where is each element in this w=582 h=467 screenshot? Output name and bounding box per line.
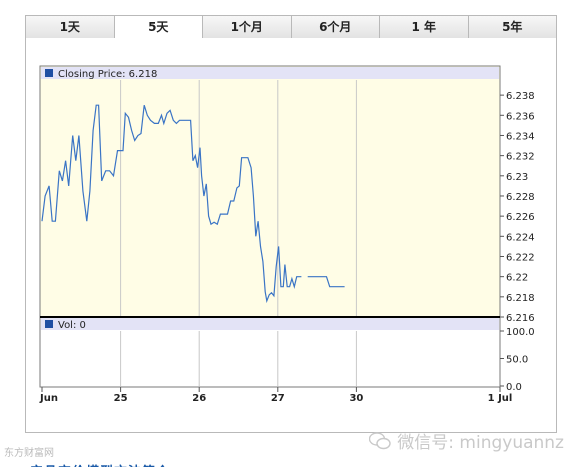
volume-y-tick-label: 100.0	[506, 327, 535, 338]
price-plot-area	[39, 65, 501, 318]
volume-y-tick-label: 50.0	[506, 355, 528, 366]
price-y-tick-label: 6.224	[506, 232, 535, 243]
x-tick-label: 25	[114, 393, 128, 404]
price-y-tick-label: 6.228	[506, 192, 535, 203]
volume-legend-label: Vol: 0	[58, 320, 86, 331]
price-y-tick-label: 6.218	[506, 293, 535, 304]
volume-legend-bar	[41, 318, 499, 330]
price-legend-swatch	[45, 69, 53, 77]
x-tick-label: 1 Jul	[488, 393, 513, 404]
next-article-title[interactable]: 产品定价模型方法简介	[30, 461, 170, 467]
x-tick-label: 26	[192, 393, 206, 404]
price-y-tick-label: 6.216	[506, 313, 535, 324]
price-y-tick-label: 6.222	[506, 252, 535, 263]
price-y-tick-label: 6.232	[506, 152, 535, 163]
x-axis: Jun 25 26 27 30 1 Jul	[39, 387, 512, 404]
price-y-tick-label: 6.234	[506, 131, 535, 142]
price-legend-label: Closing Price: 6.218	[58, 69, 157, 80]
watermark-left: 东方财富网	[4, 448, 54, 459]
volume-y-axis: 100.0 50.0 0.0	[500, 327, 535, 393]
volume-y-tick-label: 0.0	[506, 382, 522, 393]
wechat-id: 微信号: mingyuannz	[397, 433, 564, 453]
price-y-tick-label: 6.23	[506, 172, 528, 183]
price-chart: Closing Price: 6.218 6.2386.2366.2346.23…	[39, 65, 535, 404]
x-tick-label: 27	[271, 393, 285, 404]
price-y-tick-label: 6.238	[506, 91, 535, 102]
x-tick-label: 30	[349, 393, 363, 404]
price-y-tick-label: 6.226	[506, 212, 535, 223]
volume-legend-swatch	[45, 320, 53, 328]
x-tick-label: Jun	[39, 393, 58, 404]
price-y-tick-label: 6.236	[506, 111, 535, 122]
price-y-tick-label: 6.22	[506, 273, 528, 284]
wechat-watermark: 微信号: mingyuannz	[369, 428, 564, 453]
price-y-axis: 6.238 6.236 6.234 6.232 6.23 6.228 6.226 6.224 6…	[500, 91, 535, 324]
wechat-icon	[369, 431, 391, 449]
